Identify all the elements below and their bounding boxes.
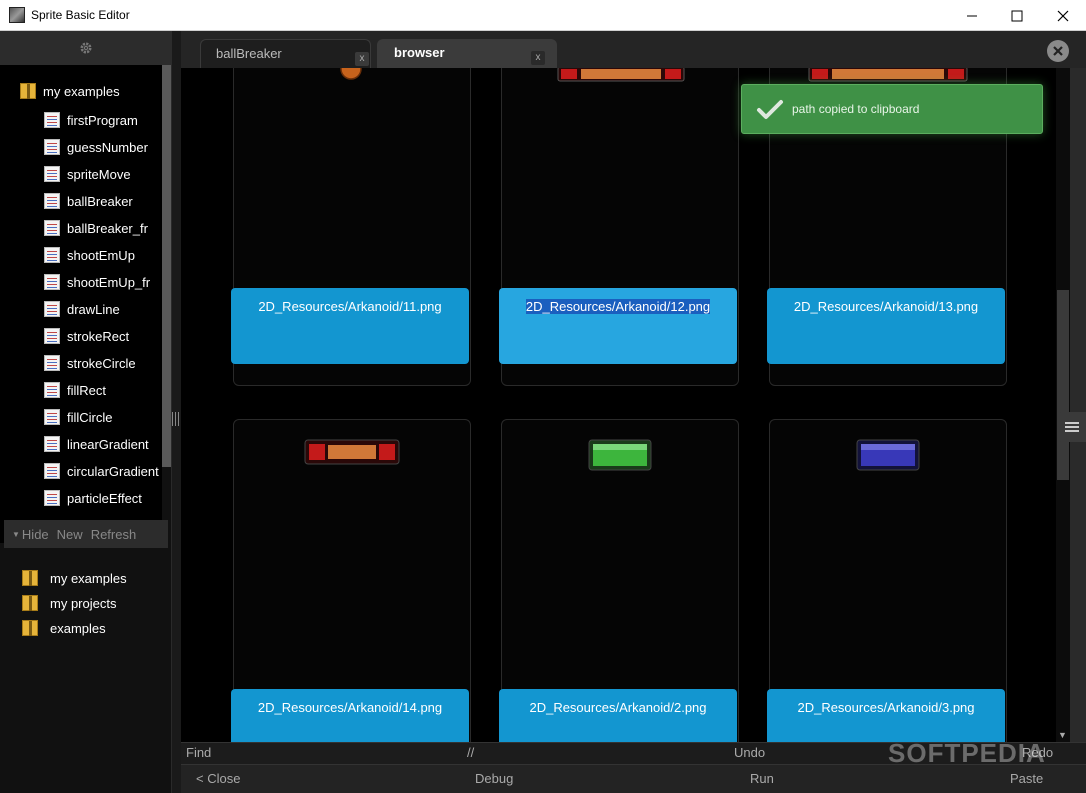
folder-icon (22, 570, 38, 586)
file-icon (44, 112, 60, 128)
refresh-button[interactable]: Refresh (91, 527, 137, 542)
run-button[interactable]: Run (750, 771, 774, 786)
tree-item[interactable]: strokeCircle (44, 353, 136, 373)
minimize-button[interactable] (949, 0, 995, 31)
file-icon (44, 193, 60, 209)
tree-item[interactable]: particleEffect (44, 488, 142, 508)
file-icon (44, 301, 60, 317)
card-label[interactable]: 2D_Resources/Arkanoid/3.png (767, 689, 1005, 742)
file-icon (44, 247, 60, 263)
ball-sprite-icon (340, 68, 362, 80)
tree-item[interactable]: spriteMove (44, 164, 131, 184)
file-tree: my examples firstProgram guessNumber spr… (0, 65, 162, 543)
sidebar-actions: ▼ Hide New Refresh (4, 520, 168, 548)
right-panel-strip (1070, 68, 1086, 742)
tree-item[interactable]: fillCircle (44, 407, 113, 427)
browser-content: 2D_Resources/Arkanoid/11.png 2D_Resource… (181, 68, 1056, 742)
check-icon (757, 100, 783, 119)
maximize-button[interactable] (994, 0, 1040, 31)
debug-button[interactable]: Debug (475, 771, 513, 786)
card-label[interactable]: 2D_Resources/Arkanoid/2.png (499, 689, 737, 742)
tab-browser[interactable]: browser x (377, 39, 557, 68)
maximize-icon (1011, 10, 1023, 21)
tree-item[interactable]: strokeRect (44, 326, 129, 346)
tree-item[interactable]: ballBreaker_fr (44, 218, 148, 238)
find-button[interactable]: Find (186, 745, 211, 760)
tree-item[interactable]: drawLine (44, 299, 120, 319)
scrollbar-thumb[interactable] (1057, 290, 1069, 480)
paste-button[interactable]: Paste (1010, 771, 1043, 786)
card-label-selected[interactable]: 2D_Resources/Arkanoid/12.png (499, 288, 737, 364)
file-icon (44, 436, 60, 452)
paddle-sprite-icon (808, 68, 968, 82)
app-icon (9, 7, 25, 23)
close-button[interactable]: < Close (196, 771, 240, 786)
tab-close-button[interactable]: x (355, 52, 369, 66)
blue-brick-sprite-icon (856, 439, 920, 471)
tree-item[interactable]: shootEmUp (44, 245, 135, 265)
gear-icon[interactable] (79, 41, 93, 55)
card-label[interactable]: 2D_Resources/Arkanoid/11.png (231, 288, 469, 364)
tab-ballbreaker[interactable]: ballBreaker x (200, 39, 371, 68)
paddle-sprite-icon (557, 68, 685, 82)
clipboard-toast: path copied to clipboard (741, 84, 1043, 134)
project-my-examples[interactable]: my examples (22, 568, 127, 588)
tree-root-my-examples[interactable]: my examples (20, 83, 120, 99)
window-title: Sprite Basic Editor (31, 8, 130, 22)
tree-item[interactable]: ballBreaker (44, 191, 133, 211)
hide-button[interactable]: Hide (22, 527, 49, 542)
close-all-button[interactable] (1047, 40, 1069, 62)
close-window-button[interactable] (1040, 0, 1086, 31)
image-card[interactable]: 2D_Resources/Arkanoid/11.png (231, 68, 471, 386)
folder-icon (20, 83, 36, 99)
tab-bar: ballBreaker x browser x (181, 31, 1086, 68)
comment-button[interactable]: // (467, 745, 474, 760)
new-button[interactable]: New (57, 527, 83, 542)
file-icon (44, 166, 60, 182)
file-icon (44, 382, 60, 398)
menu-icon (1065, 422, 1079, 432)
image-card[interactable]: 2D_Resources/Arkanoid/12.png (499, 68, 739, 386)
image-card[interactable]: 2D_Resources/Arkanoid/14.png (231, 419, 471, 742)
minimize-icon (967, 15, 977, 16)
card-label[interactable]: 2D_Resources/Arkanoid/13.png (767, 288, 1005, 364)
sidebar: my examples firstProgram guessNumber spr… (0, 31, 172, 793)
title-bar: Sprite Basic Editor (0, 0, 1086, 31)
file-icon (44, 274, 60, 290)
splitter-grip[interactable] (172, 412, 180, 426)
file-icon (44, 463, 60, 479)
content-scrollbar[interactable]: ▼ (1056, 68, 1070, 742)
folder-icon (22, 620, 38, 636)
file-icon (44, 355, 60, 371)
file-icon (44, 409, 60, 425)
tree-item[interactable]: shootEmUp_fr (44, 272, 150, 292)
tree-item[interactable]: fillRect (44, 380, 106, 400)
file-icon (44, 328, 60, 344)
paddle-sprite-icon (304, 439, 400, 465)
file-icon (44, 139, 60, 155)
project-examples[interactable]: examples (22, 618, 106, 638)
sidebar-scrollbar[interactable] (162, 65, 171, 467)
watermark: SOFTPEDIA (888, 738, 1046, 768)
tree-item[interactable]: circularGradient (44, 461, 159, 481)
card-label[interactable]: 2D_Resources/Arkanoid/14.png (231, 689, 469, 742)
undo-button[interactable]: Undo (734, 745, 765, 760)
tab-close-button[interactable]: x (531, 51, 545, 65)
sidebar-header (0, 31, 172, 65)
project-my-projects[interactable]: my projects (22, 593, 116, 613)
image-card[interactable]: 2D_Resources/Arkanoid/3.png (767, 419, 1007, 742)
tree-item[interactable]: guessNumber (44, 137, 148, 157)
scroll-down-icon[interactable]: ▼ (1058, 730, 1067, 740)
close-icon (1053, 46, 1063, 56)
folder-icon (22, 595, 38, 611)
green-brick-sprite-icon (588, 439, 652, 471)
tree-item[interactable]: firstProgram (44, 110, 138, 130)
panel-toggle-button[interactable] (1058, 412, 1086, 442)
caret-down-icon: ▼ (12, 529, 20, 539)
file-icon (44, 490, 60, 506)
image-card[interactable]: 2D_Resources/Arkanoid/2.png (499, 419, 739, 742)
close-icon (1057, 10, 1069, 21)
file-icon (44, 220, 60, 236)
tree-item[interactable]: linearGradient (44, 434, 149, 454)
